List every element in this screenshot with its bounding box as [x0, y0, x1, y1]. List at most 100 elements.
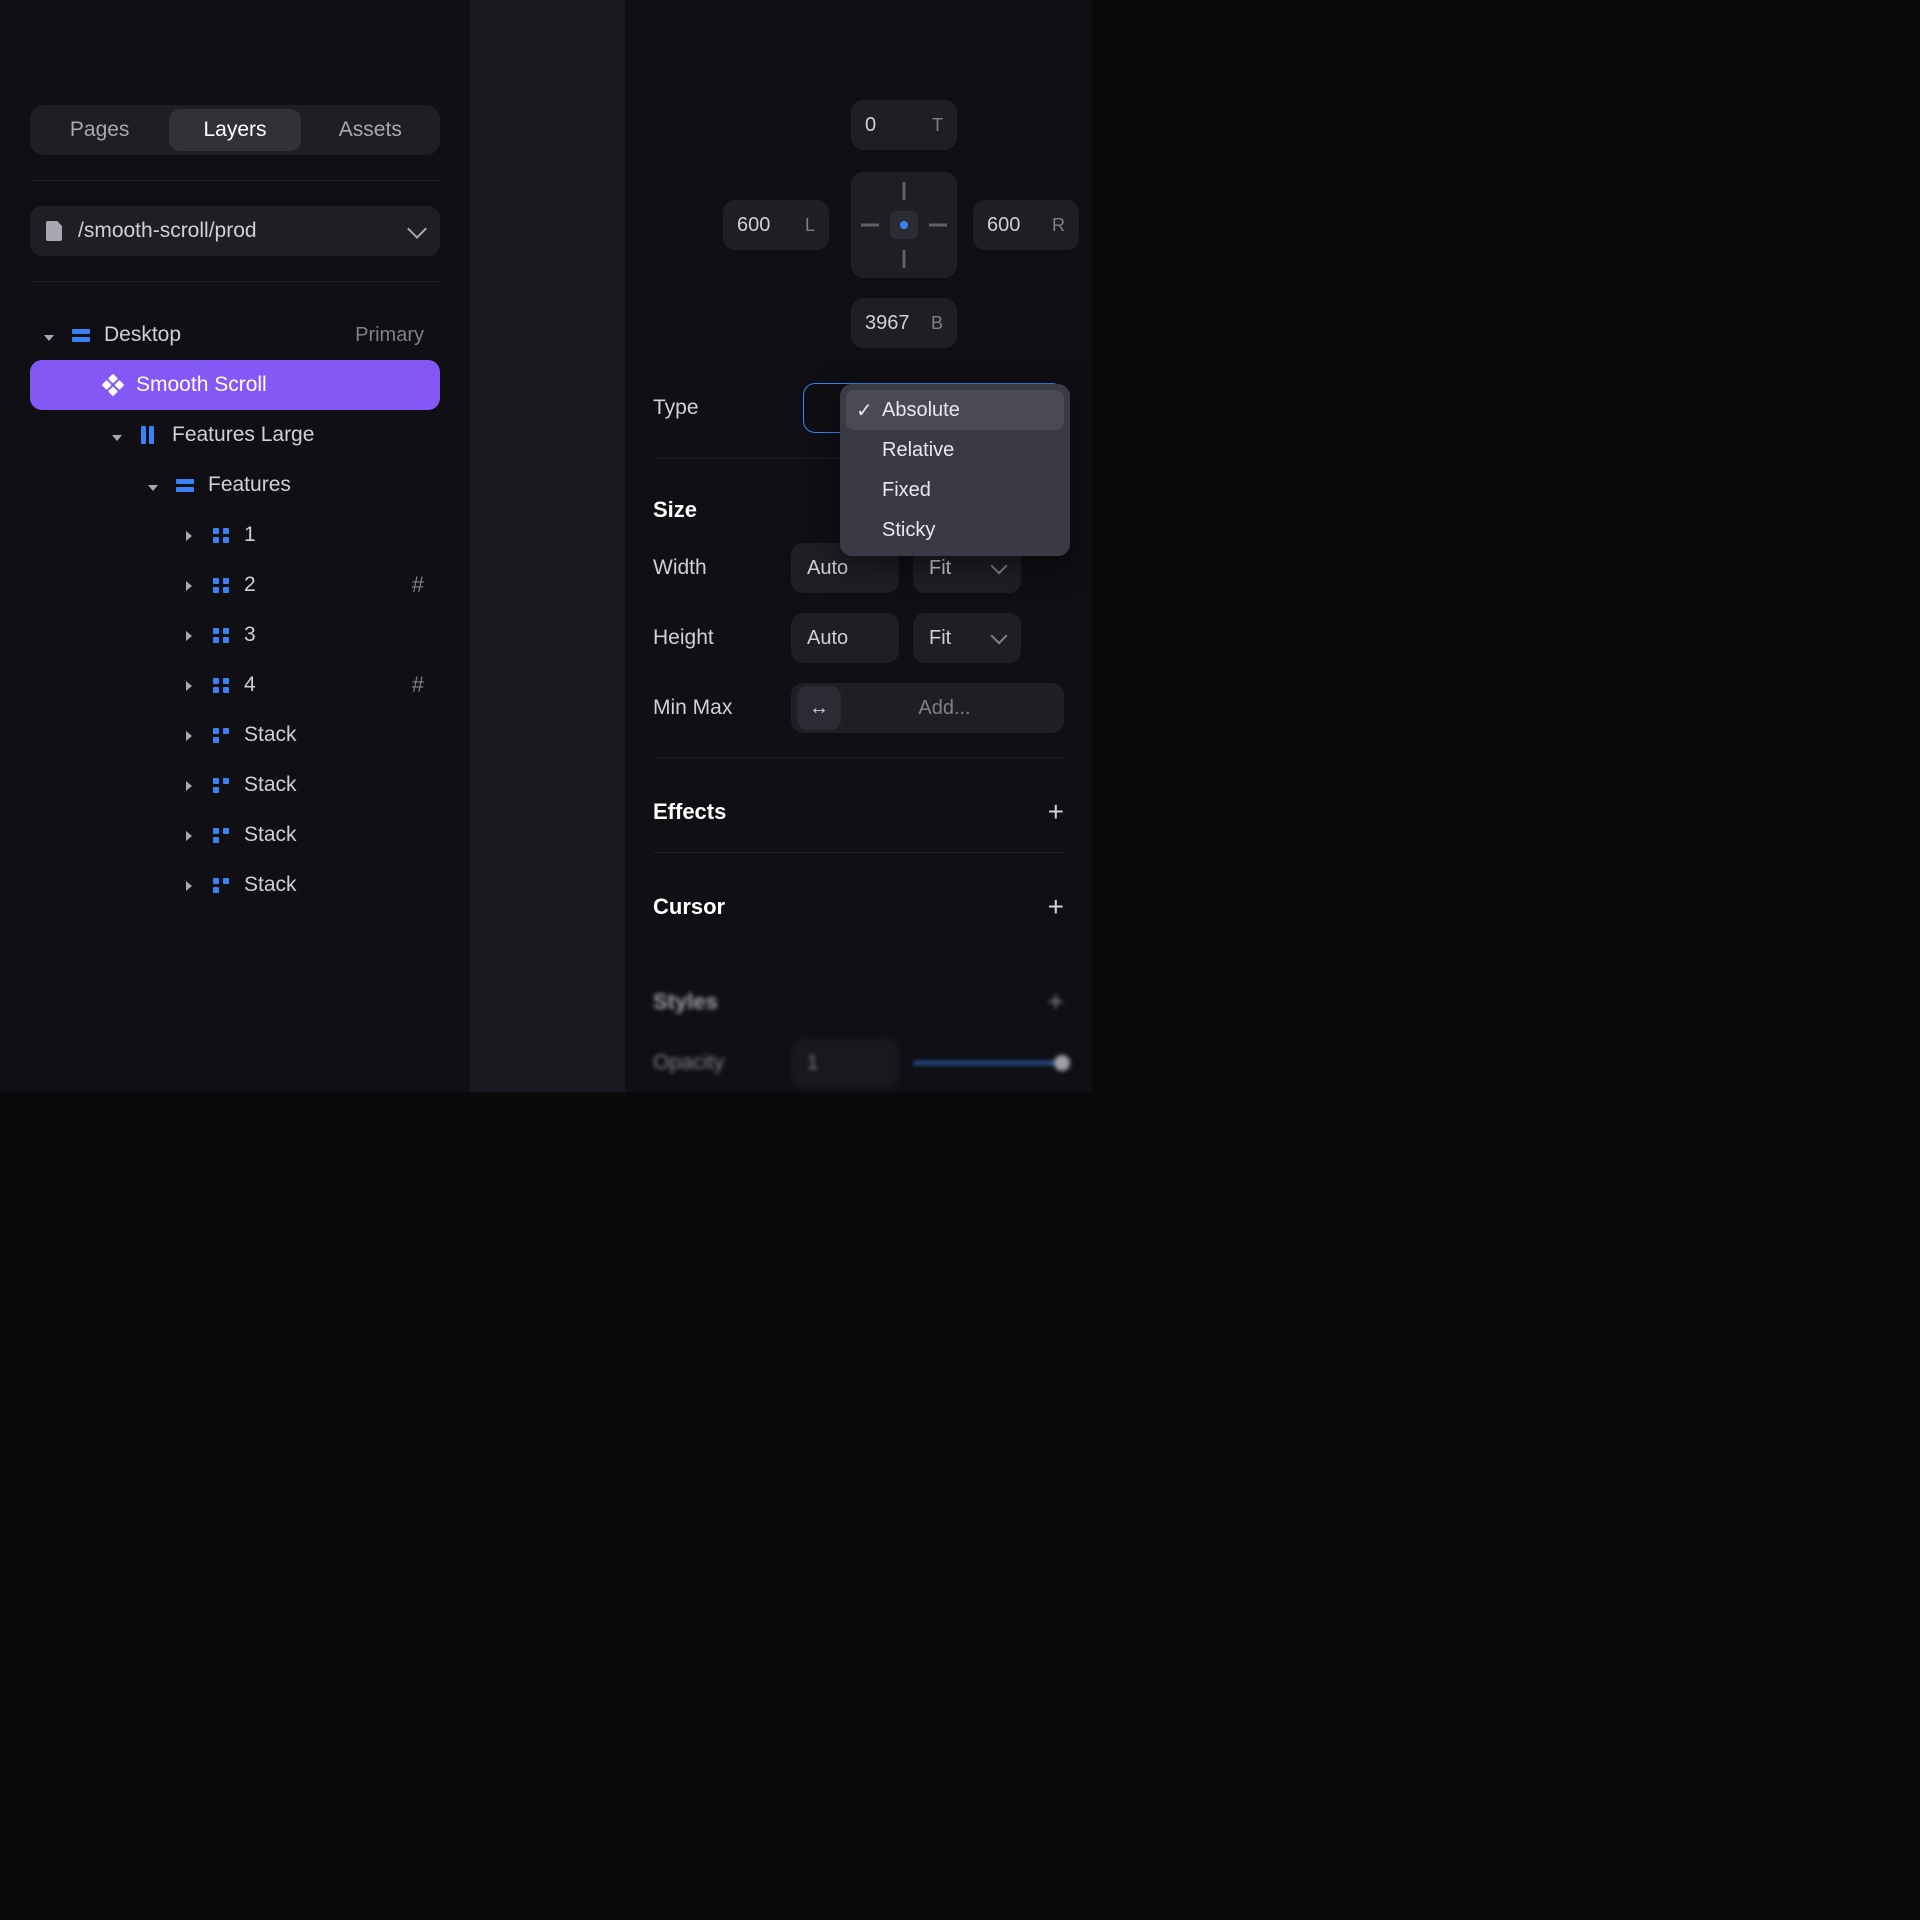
expand-toggle-icon[interactable] — [182, 723, 196, 747]
layer-row[interactable]: Stack — [30, 760, 440, 810]
opacity-value-input[interactable]: 1 — [791, 1038, 899, 1088]
hash-icon: # — [412, 572, 424, 598]
tab-layers[interactable]: Layers — [169, 109, 300, 151]
chevron-down-icon — [407, 219, 427, 239]
effects-section-header[interactable]: Effects+ — [653, 796, 1064, 828]
expand-toggle-icon[interactable] — [110, 423, 124, 447]
plus-icon[interactable]: + — [1048, 891, 1064, 923]
expand-toggle-icon[interactable] — [182, 873, 196, 897]
layer-label: Features — [208, 473, 424, 497]
layer-label: 2 — [244, 573, 412, 597]
file-icon — [46, 221, 62, 241]
tab-pages[interactable]: Pages — [34, 109, 165, 151]
width-label: Width — [653, 556, 777, 580]
type-dropdown: ✓ Absolute Relative Fixed Sticky — [840, 384, 1070, 556]
divider — [653, 947, 1064, 948]
hash-icon: # — [412, 672, 424, 698]
type-option-sticky[interactable]: Sticky — [846, 510, 1064, 550]
diamond-icon — [104, 377, 122, 393]
height-label: Height — [653, 626, 777, 650]
minmax-row: Min Max Add... — [653, 683, 1064, 733]
opacity-label: Opacity — [653, 1051, 777, 1075]
styles-section-header[interactable]: Styles+ — [653, 986, 1064, 1018]
layer-label: 1 — [244, 523, 424, 547]
minmax-toggle-icon[interactable] — [797, 686, 841, 730]
opacity-row: Opacity 1 — [653, 1038, 1064, 1088]
grid3-icon — [212, 778, 230, 793]
grid-icon — [212, 678, 230, 693]
height-value-input[interactable]: Auto — [791, 613, 899, 663]
expand-toggle-icon[interactable] — [182, 823, 196, 847]
plus-icon[interactable]: + — [1048, 796, 1064, 828]
layer-row[interactable]: Stack — [30, 710, 440, 760]
type-option-absolute[interactable]: ✓ Absolute — [846, 390, 1064, 430]
layer-row[interactable]: DesktopPrimary — [30, 310, 440, 360]
tab-assets[interactable]: Assets — [305, 109, 436, 151]
layer-row[interactable]: Features — [30, 460, 440, 510]
pos-top-input[interactable]: 0 T — [851, 100, 957, 150]
check-icon: ✓ — [856, 398, 872, 423]
stack-icon — [72, 329, 90, 342]
layer-label: Stack — [244, 823, 424, 847]
page-path: /smooth-scroll/prod — [78, 219, 394, 243]
layer-tag: Primary — [355, 324, 424, 347]
pos-bottom-input[interactable]: 3967 B — [851, 298, 957, 348]
layer-row[interactable]: 2# — [30, 560, 440, 610]
grid3-icon — [212, 878, 230, 893]
layer-label: 3 — [244, 623, 424, 647]
expand-toggle-icon[interactable] — [182, 523, 196, 547]
divider — [653, 852, 1064, 853]
layer-row[interactable]: Stack — [30, 860, 440, 910]
minmax-label: Min Max — [653, 696, 777, 720]
grid-icon — [212, 628, 230, 643]
grid-icon — [212, 578, 230, 593]
height-row: Height Auto Fit — [653, 613, 1064, 663]
cursor-section-header[interactable]: Cursor+ — [653, 891, 1064, 923]
constraint-anchor[interactable] — [851, 172, 957, 278]
divider — [30, 180, 440, 181]
layer-label: Smooth Scroll — [136, 373, 424, 397]
layer-label: Stack — [244, 773, 424, 797]
layer-label: Desktop — [104, 323, 355, 347]
expand-toggle-icon[interactable] — [182, 573, 196, 597]
expand-toggle-icon[interactable] — [182, 673, 196, 697]
grid-icon — [212, 528, 230, 543]
type-option-fixed[interactable]: Fixed — [846, 470, 1064, 510]
expand-toggle-icon[interactable] — [182, 623, 196, 647]
expand-toggle-icon[interactable] — [42, 323, 56, 347]
position-controls: 0 T 600 L 600 R 3967 B — [653, 100, 1064, 360]
expand-toggle-icon[interactable] — [146, 473, 160, 497]
pos-right-input[interactable]: 600 R — [973, 200, 1079, 250]
expand-toggle-icon[interactable] — [182, 773, 196, 797]
type-label: Type — [653, 396, 793, 420]
layer-label: 4 — [244, 673, 412, 697]
layer-row[interactable]: Features Large — [30, 410, 440, 460]
grid3-icon — [212, 828, 230, 843]
layer-row[interactable]: 3 — [30, 610, 440, 660]
layer-row[interactable]: 4# — [30, 660, 440, 710]
minmax-input[interactable]: Add... — [791, 683, 1064, 733]
stack-icon — [176, 479, 194, 492]
left-panel: Pages Layers Assets /smooth-scroll/prod … — [0, 0, 470, 1092]
canvas-gap — [470, 0, 625, 1092]
type-option-relative[interactable]: Relative — [846, 430, 1064, 470]
divider — [653, 757, 1064, 758]
layer-label: Stack — [244, 873, 424, 897]
layer-row[interactable]: Smooth Scroll — [30, 360, 440, 410]
layer-tree: DesktopPrimary Smooth Scroll Features Larg… — [30, 310, 440, 910]
plus-icon[interactable]: + — [1048, 986, 1064, 1018]
chevron-down-icon — [991, 558, 1008, 575]
height-mode-select[interactable]: Fit — [913, 613, 1021, 663]
fade-overlay — [0, 892, 470, 1092]
divider — [30, 281, 440, 282]
layer-row[interactable]: Stack — [30, 810, 440, 860]
pos-left-input[interactable]: 600 L — [723, 200, 829, 250]
cols-icon — [140, 426, 158, 444]
chevron-down-icon — [991, 628, 1008, 645]
opacity-slider[interactable] — [913, 1061, 1064, 1065]
layer-row[interactable]: 1 — [30, 510, 440, 560]
grid3-icon — [212, 728, 230, 743]
layer-label: Features Large — [172, 423, 424, 447]
panel-tabs: Pages Layers Assets — [30, 105, 440, 155]
page-selector[interactable]: /smooth-scroll/prod — [30, 206, 440, 256]
